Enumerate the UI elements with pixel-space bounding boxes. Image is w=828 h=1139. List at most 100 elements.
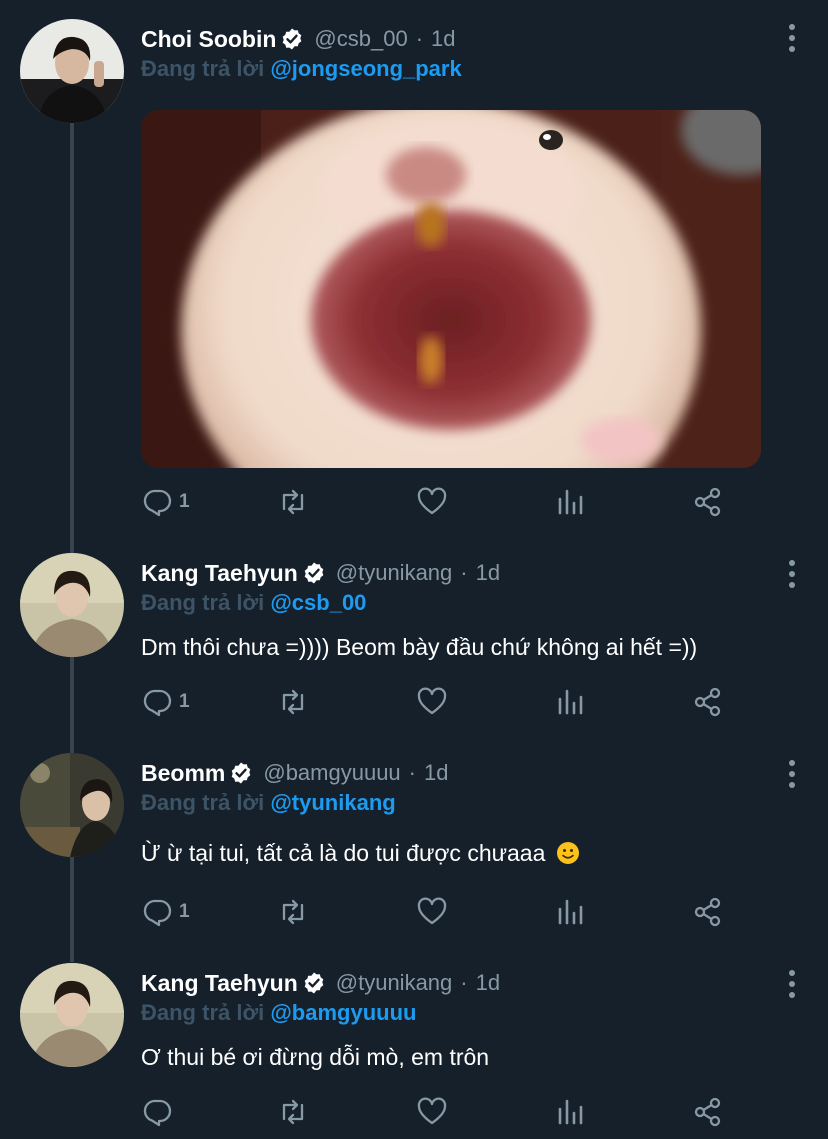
user-handle[interactable]: @tyunikang	[336, 970, 453, 996]
tweet-actions: 1	[141, 682, 761, 722]
more-options-icon[interactable]	[786, 24, 798, 52]
tweet: Kang Taehyun @tyunikang · 1d Đang trả lờ…	[0, 944, 828, 1139]
analytics-button[interactable]	[555, 1092, 587, 1132]
share-icon	[694, 1097, 721, 1127]
reply-count: 1	[179, 491, 190, 512]
reply-button[interactable]	[141, 1092, 179, 1132]
reply-button[interactable]: 1	[141, 482, 190, 522]
timestamp[interactable]: 1d	[424, 760, 448, 786]
reply-mention-link[interactable]: @csb_00	[270, 590, 366, 615]
user-handle[interactable]: @bamgyuuuu	[263, 760, 400, 786]
verified-badge-icon	[283, 28, 302, 50]
tweet: Kang Taehyun @tyunikang · 1d Đang trả lờ…	[0, 534, 828, 744]
analytics-icon	[558, 899, 583, 925]
tweet-header: Beomm @bamgyuuuu · 1d	[141, 756, 448, 790]
tweet-actions: 1	[141, 482, 761, 522]
tweet-actions	[141, 1092, 761, 1132]
retweet-icon	[282, 689, 304, 715]
more-options-icon[interactable]	[786, 760, 798, 788]
replying-to-label: Đang trả lời	[141, 56, 265, 81]
avatar[interactable]	[20, 553, 124, 657]
separator-dot: ·	[415, 26, 424, 51]
analytics-icon	[558, 489, 583, 515]
reply-icon	[143, 689, 172, 717]
slightly-smiling-face-icon	[556, 842, 579, 864]
reply-count: 1	[179, 691, 190, 712]
avatar[interactable]	[20, 753, 124, 857]
tweet-header: Kang Taehyun @tyunikang · 1d	[141, 556, 500, 590]
reply-icon	[143, 1099, 172, 1127]
display-name[interactable]: Kang Taehyun	[141, 970, 298, 997]
retweet-button[interactable]	[277, 1092, 309, 1132]
timestamp[interactable]: 1d	[431, 26, 455, 52]
retweet-icon	[282, 1099, 304, 1125]
reply-icon	[143, 489, 172, 517]
like-button[interactable]	[416, 892, 448, 932]
display-name[interactable]: Choi Soobin	[141, 26, 276, 53]
tweet-media-image[interactable]	[141, 110, 761, 468]
reply-mention-link[interactable]: @tyunikang	[270, 790, 395, 815]
tweet: Choi Soobin @csb_00 · 1d Đang trả lời @j…	[0, 0, 828, 540]
reply-button[interactable]: 1	[141, 892, 190, 932]
retweet-icon	[282, 899, 304, 925]
verified-badge-icon	[304, 972, 324, 994]
retweet-button[interactable]	[277, 482, 309, 522]
share-button[interactable]	[692, 682, 724, 722]
replying-to: Đang trả lời @jongseong_park	[141, 56, 462, 82]
like-button[interactable]	[416, 1092, 448, 1132]
verified-badge-icon	[304, 562, 324, 584]
display-name[interactable]: Kang Taehyun	[141, 560, 298, 587]
heart-icon	[417, 687, 447, 715]
user-handle[interactable]: @csb_00	[314, 26, 407, 52]
share-icon	[694, 487, 721, 517]
replying-to: Đang trả lời @tyunikang	[141, 790, 396, 816]
avatar[interactable]	[20, 963, 124, 1067]
heart-icon	[417, 1097, 447, 1125]
retweet-button[interactable]	[277, 682, 309, 722]
separator-dot: ·	[408, 760, 416, 785]
tweet: Beomm @bamgyuuuu · 1d Đang trả lời @tyun…	[0, 734, 828, 944]
share-icon	[694, 897, 721, 927]
avatar[interactable]	[20, 19, 124, 123]
reply-icon	[143, 899, 172, 927]
tweet-header: Kang Taehyun @tyunikang · 1d	[141, 966, 500, 1000]
display-name[interactable]: Beomm	[141, 760, 225, 787]
tweet-header: Choi Soobin @csb_00 · 1d	[141, 22, 456, 56]
tweet-text: Ừ ừ tại tui, tất cả là do tui được chưaa…	[141, 840, 546, 866]
reply-mention-link[interactable]: @jongseong_park	[270, 56, 461, 81]
reply-count: 1	[179, 901, 190, 922]
replying-to-label: Đang trả lời	[141, 590, 265, 615]
more-options-icon[interactable]	[786, 560, 798, 588]
tweet-text-container: Ừ ừ tại tui, tất cả là do tui được chưaa…	[141, 840, 580, 867]
analytics-button[interactable]	[555, 682, 587, 722]
tweet-text: Dm thôi chưa =)))) Beom bày đầu chứ khôn…	[141, 634, 698, 660]
replying-to-label: Đang trả lời	[141, 1000, 265, 1025]
analytics-icon	[558, 1099, 583, 1125]
timestamp[interactable]: 1d	[476, 970, 500, 996]
retweet-icon	[282, 489, 304, 515]
replying-to: Đang trả lời @bamgyuuuu	[141, 1000, 416, 1026]
heart-icon	[417, 487, 447, 515]
tweet-actions: 1	[141, 892, 761, 932]
retweet-button[interactable]	[277, 892, 309, 932]
reply-button[interactable]: 1	[141, 682, 190, 722]
share-icon	[694, 687, 721, 717]
analytics-button[interactable]	[555, 892, 587, 932]
like-button[interactable]	[416, 682, 448, 722]
user-handle[interactable]: @tyunikang	[336, 560, 453, 586]
share-button[interactable]	[692, 1092, 724, 1132]
replying-to-label: Đang trả lời	[141, 790, 265, 815]
timestamp[interactable]: 1d	[476, 560, 500, 586]
heart-icon	[417, 897, 447, 925]
more-options-icon[interactable]	[786, 970, 798, 998]
share-button[interactable]	[692, 482, 724, 522]
like-button[interactable]	[416, 482, 448, 522]
analytics-button[interactable]	[555, 482, 587, 522]
replying-to: Đang trả lời @csb_00	[141, 590, 366, 616]
analytics-icon	[558, 689, 583, 715]
separator-dot: ·	[460, 560, 468, 585]
verified-badge-icon	[232, 762, 251, 784]
separator-dot: ·	[460, 970, 468, 995]
reply-mention-link[interactable]: @bamgyuuuu	[270, 1000, 416, 1025]
share-button[interactable]	[692, 892, 724, 932]
